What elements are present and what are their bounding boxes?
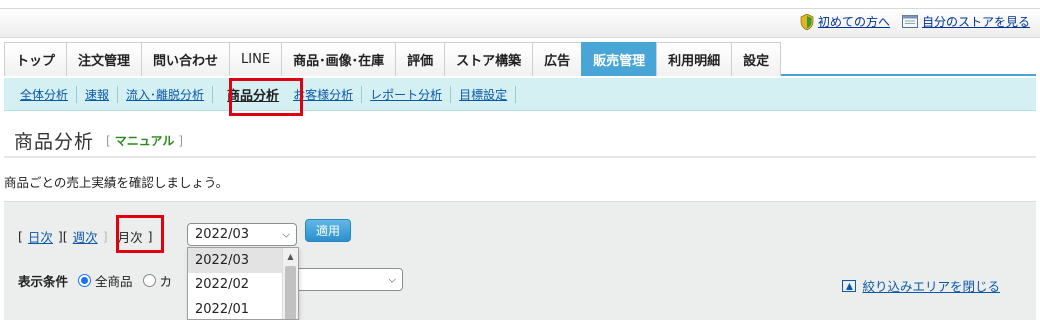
main-tabs: トップ 注文管理 問い合わせ LINE 商品･画像･在庫 評価 ストア構築 広告… — [4, 42, 1036, 76]
subnav-customer-analysis[interactable]: お客様分析 — [293, 85, 363, 103]
subnav-traffic-analysis[interactable]: 流入･離脱分析 — [118, 85, 214, 103]
month-dropdown-list: 2022/03 2022/02 2022/01 ▲ — [187, 247, 299, 320]
daily-link[interactable]: 日次 — [28, 227, 53, 246]
bracket-mid-2: ] — [102, 229, 108, 244]
tab-ads[interactable]: 広告 — [532, 42, 583, 76]
tab-products-images-stock[interactable]: 商品･画像･在庫 — [281, 42, 397, 76]
monitor-icon — [901, 15, 918, 28]
tab-reviews[interactable]: 評価 — [395, 42, 446, 76]
highlight-box-product-analysis — [229, 78, 303, 116]
tab-inquiries[interactable]: 問い合わせ — [141, 42, 231, 76]
month-option[interactable]: 2022/02 — [188, 273, 282, 298]
display-condition: 表示条件 全商品 カ — [18, 271, 172, 290]
display-condition-label: 表示条件 — [18, 274, 69, 289]
view-store-link[interactable]: 自分のストアを見る — [901, 13, 1030, 30]
radio-all-products-label: 全商品 — [95, 274, 133, 289]
chevron-down-icon: ⌵ — [388, 274, 396, 285]
scrollbar-thumb[interactable] — [285, 266, 296, 319]
sub-navigation: 全体分析 速報 流入･離脱分析 商品分析 お客様分析 レポート分析 目標設定 — [4, 78, 1036, 111]
view-store-label: 自分のストアを見る — [921, 15, 1030, 29]
tab-top[interactable]: トップ — [4, 42, 68, 76]
dropdown-scrollbar[interactable]: ▲ — [282, 248, 298, 319]
first-time-guide-label: 初めての方へ — [817, 15, 890, 29]
collapse-up-icon: ▲ — [842, 279, 857, 292]
subnav-goal-setting[interactable]: 目標設定 — [451, 85, 517, 103]
close-filter-area-label: 絞り込みエリアを閉じる — [862, 279, 1000, 294]
tab-order-management[interactable]: 注文管理 — [66, 42, 143, 76]
scroll-up-icon[interactable]: ▲ — [283, 248, 298, 264]
bracket-open: [ — [18, 229, 23, 244]
subnav-overall-analysis[interactable]: 全体分析 — [12, 85, 78, 103]
shield-icon — [800, 13, 814, 30]
page-header: 商品分析 [ マニュアル] — [4, 124, 1036, 158]
radio-all-products[interactable]: 全商品 — [78, 271, 133, 290]
tab-line[interactable]: LINE — [229, 42, 283, 76]
tab-usage-statement[interactable]: 利用明細 — [656, 42, 733, 76]
first-time-guide-link[interactable]: 初めての方へ — [800, 13, 890, 30]
month-select-value: 2022/03 — [195, 227, 250, 242]
manual-wrapper: [ マニュアル] — [106, 132, 183, 149]
month-option[interactable]: 2022/03 — [188, 248, 282, 273]
radio-all-products-indicator — [78, 274, 92, 287]
tab-store-build[interactable]: ストア構築 — [444, 42, 534, 76]
month-option[interactable]: 2022/01 — [188, 297, 282, 319]
subnav-report-analysis[interactable]: レポート分析 — [362, 85, 452, 103]
close-filter-area-link[interactable]: ▲ 絞り込みエリアを閉じる — [842, 276, 1000, 295]
tab-settings[interactable]: 設定 — [731, 42, 782, 76]
top-utility-bar: 初めての方へ 自分のストアを見る — [0, 8, 1040, 38]
page-title: 商品分析 — [14, 130, 95, 153]
subnav-flash-report[interactable]: 速報 — [77, 85, 119, 103]
radio-category[interactable]: カ — [142, 271, 173, 290]
highlight-box-monthly — [116, 215, 164, 253]
manual-link[interactable]: マニュアル — [115, 134, 175, 148]
apply-button[interactable]: 適用 — [305, 219, 351, 242]
chevron-down-icon: ⌵ — [282, 229, 290, 240]
utility-links: 初めての方へ 自分のストアを見る — [800, 13, 1030, 30]
weekly-link[interactable]: 週次 — [73, 227, 98, 246]
page-description: 商品ごとの売上実績を確認しましょう。 — [4, 175, 229, 190]
month-select[interactable]: 2022/03 ⌵ — [187, 223, 297, 246]
radio-category-label: カ — [159, 274, 173, 289]
manual-bracket-close: ] — [178, 133, 184, 148]
bracket-mid: ][ — [57, 229, 68, 244]
manual-bracket-open: [ — [106, 133, 111, 148]
tab-sales-management[interactable]: 販売管理 — [581, 42, 658, 76]
radio-category-indicator — [142, 274, 156, 287]
